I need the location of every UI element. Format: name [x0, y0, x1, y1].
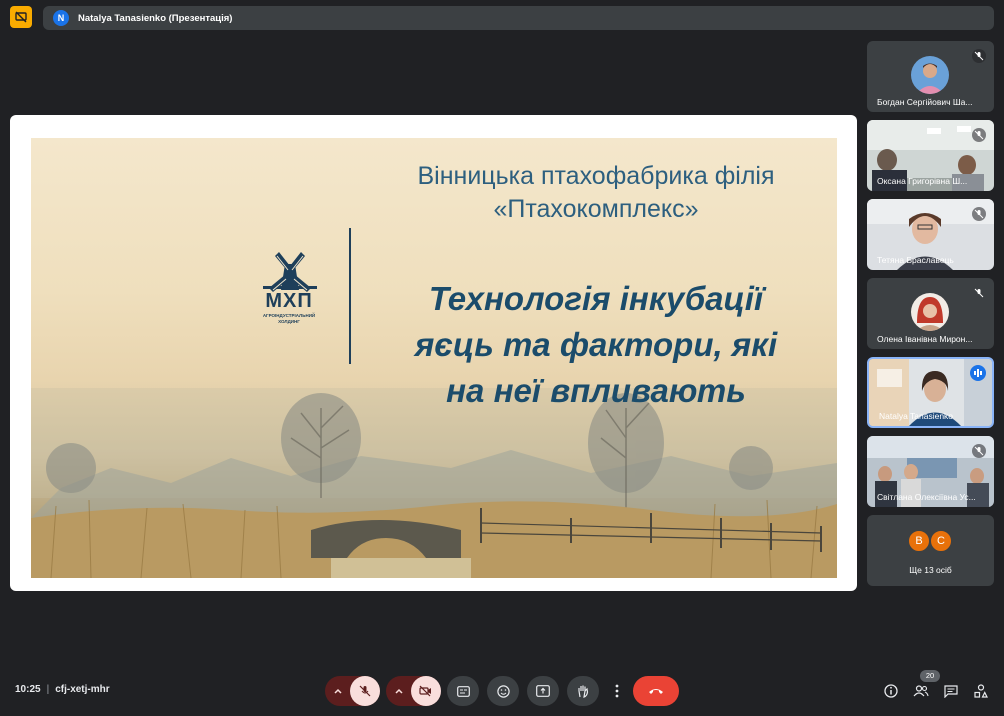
- camera-toggle-button[interactable]: [410, 676, 441, 706]
- info-icon: [884, 684, 898, 698]
- slide: Вінницька птахофабрика філія «Птахокомпл…: [31, 138, 837, 578]
- raise-hand-icon: [578, 685, 589, 698]
- camera-control: [386, 676, 441, 706]
- mic-off-icon: [972, 128, 986, 142]
- people-icon: [913, 685, 929, 697]
- more-participants-tile[interactable]: B C Ще 13 осіб: [867, 515, 994, 586]
- participant-tile-active-speaker[interactable]: Natalya Tanasienko: [867, 357, 994, 428]
- chat-button[interactable]: [942, 682, 960, 700]
- people-count-badge: 20: [920, 670, 940, 682]
- participant-tile[interactable]: Олена Іванівна Мирон...: [867, 278, 994, 349]
- presenter-avatar: N: [53, 10, 69, 26]
- logo-divider: [349, 228, 351, 364]
- chat-icon: [944, 684, 958, 698]
- participant-name: Олена Іванівна Мирон...: [877, 334, 973, 344]
- more-participants-label: Ще 13 осіб: [909, 565, 952, 575]
- participant-initial-avatar: C: [929, 529, 953, 553]
- more-vert-icon: [615, 684, 619, 698]
- microphone-control: [325, 676, 380, 706]
- audio-options-button[interactable]: [326, 676, 350, 706]
- windmill-logo-icon: [263, 252, 317, 292]
- presentation-title: Natalya Tanasienko (Презентація): [78, 12, 233, 24]
- present-off-icon: [15, 11, 27, 23]
- slide-header-line1: Вінницька птахофабрика філія: [417, 162, 775, 190]
- presentation-title-bar: N Natalya Tanasienko (Презентація): [43, 6, 994, 30]
- participant-name: Світлана Олексіївна Ус...: [877, 492, 976, 502]
- participant-name: Тетяна Браславець: [877, 255, 954, 265]
- participant-name: Богдан Сергійович Ша...: [877, 97, 973, 107]
- mic-off-icon: [972, 286, 986, 300]
- captions-icon: [456, 685, 470, 697]
- captions-button[interactable]: [447, 676, 479, 706]
- participant-tile[interactable]: Світлана Олексіївна Ус...: [867, 436, 994, 507]
- more-options-button[interactable]: [607, 676, 627, 706]
- presentation-stage: Вінницька птахофабрика філія «Птахокомпл…: [10, 115, 857, 591]
- chevron-up-icon: [394, 688, 403, 694]
- slide-main-line3: на неї впливають: [446, 372, 746, 409]
- raise-hand-button[interactable]: [567, 676, 599, 706]
- mic-off-icon: [359, 685, 370, 697]
- meeting-code: cfj-xetj-mhr: [55, 684, 110, 695]
- participant-name: Оксана Григорівна Ш...: [877, 176, 968, 186]
- participant-avatar: [911, 56, 949, 94]
- meeting-details-button[interactable]: [882, 682, 900, 700]
- activities-icon: [974, 684, 988, 698]
- slide-main-title: Технологія інкубації яєць та фактори, як…: [371, 276, 821, 414]
- slide-header-line2: «Птахокомплекс»: [493, 195, 699, 223]
- mic-off-icon: [972, 207, 986, 221]
- reactions-button[interactable]: [487, 676, 519, 706]
- mic-off-icon: [972, 49, 986, 63]
- mic-toggle-button[interactable]: [349, 676, 380, 706]
- people-button[interactable]: [912, 682, 930, 700]
- participant-name: Natalya Tanasienko: [879, 411, 954, 421]
- participant-initial-avatar: B: [907, 529, 931, 553]
- participant-tile[interactable]: Тетяна Браславець: [867, 199, 994, 270]
- leave-call-button[interactable]: [633, 676, 679, 706]
- slide-main-line1: Технологія інкубації: [428, 280, 764, 317]
- emoji-icon: [496, 684, 510, 698]
- logo-sub-line2: ХОЛДИНГ: [278, 319, 300, 324]
- participant-avatar: [911, 293, 949, 331]
- logo-name: МХП: [265, 290, 313, 312]
- clock: 10:25: [15, 684, 41, 695]
- participant-tile[interactable]: Оксана Григорівна Ш...: [867, 120, 994, 191]
- slide-main-line2: яєць та фактори, які: [414, 326, 778, 363]
- video-options-button[interactable]: [387, 676, 411, 706]
- logo-subtitle: АГРОІНДУСТРІАЛЬНИЙ ХОЛДИНГ: [253, 313, 325, 325]
- slide-header: Вінницька птахофабрика філія «Птахокомпл…: [371, 160, 821, 226]
- activities-button[interactable]: [972, 682, 990, 700]
- speaking-indicator-icon: [970, 365, 986, 381]
- more-participants-avatars: B C: [907, 529, 953, 553]
- present-screen-icon: [536, 685, 550, 697]
- participant-tile[interactable]: Богдан Сергійович Ша...: [867, 41, 994, 112]
- mic-off-icon: [972, 444, 986, 458]
- camera-off-icon: [419, 685, 431, 697]
- presentation-indicator-button[interactable]: [10, 6, 32, 28]
- separator: |: [46, 684, 50, 695]
- chevron-up-icon: [333, 688, 342, 694]
- present-screen-button[interactable]: [527, 676, 559, 706]
- meeting-info: 10:25 | cfj-xetj-mhr: [15, 684, 110, 695]
- hang-up-icon: [649, 689, 663, 694]
